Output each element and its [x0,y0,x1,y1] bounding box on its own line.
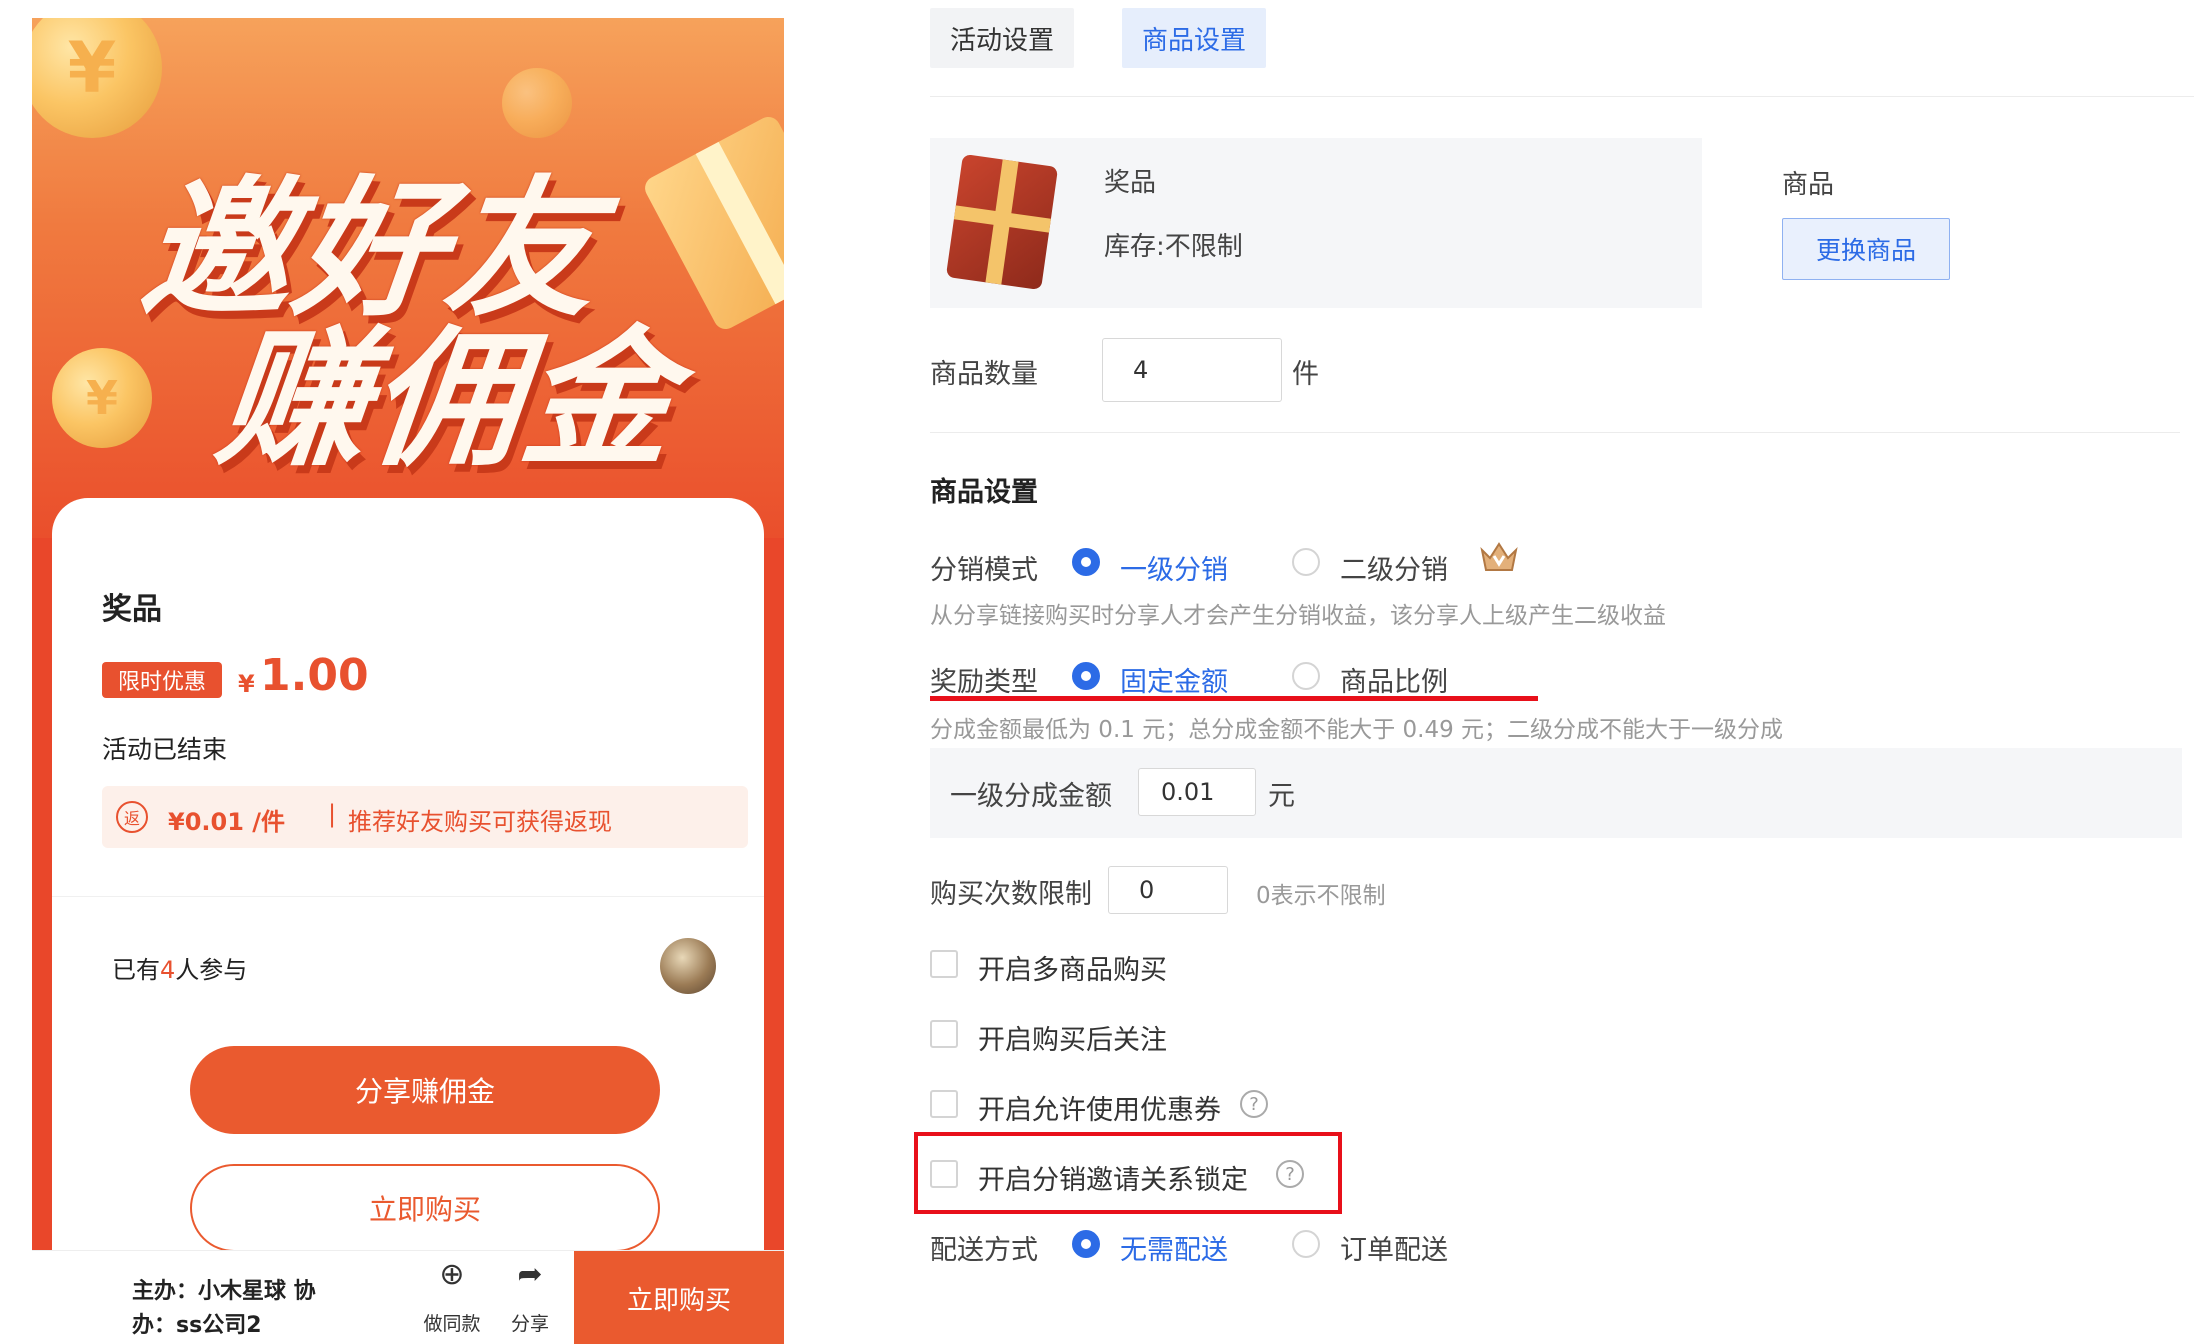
order-delivery-label[interactable]: 订单配送 [1340,1228,1448,1267]
price: 1.00 [260,650,369,701]
highlight-box [914,1132,1342,1214]
first-level-distribution-label[interactable]: 一级分销 [1120,548,1228,587]
radio-order-delivery[interactable] [1292,1230,1320,1258]
co-organizer-text: 办：ss公司2 [132,1313,262,1338]
checkbox-multi-product[interactable] [930,950,958,978]
product-ratio-label[interactable]: 商品比例 [1340,660,1448,699]
quantity-unit: 件 [1292,359,1319,390]
purchase-limit-hint: 0表示不限制 [1256,883,1386,909]
mobile-preview: ¥ ¥ 邀好友 赚佣金 奖品 限时优惠 ¥ 1.00 活动已结束 返 ¥0.01… [32,18,784,1344]
product-stock: 库存:不限制 [1104,232,1243,262]
plus-circle-icon[interactable]: ⊕ [422,1257,482,1292]
quantity-label: 商品数量 [930,359,1038,390]
price-currency: ¥ [238,670,255,698]
rebate-banner: 返 ¥0.01 /件 | 推荐好友购买可获得返现 [102,786,748,848]
multi-product-label[interactable]: 开启多商品购买 [978,948,1167,987]
share-icon[interactable]: ➦ [500,1257,560,1292]
participants-count: 已有4人参与 [112,956,248,984]
checkbox-allow-coupons[interactable] [930,1090,958,1118]
buy-now-button[interactable]: 立即购买 [190,1164,660,1252]
commission-box: 一级分成金额 0.01 元 [930,748,2182,838]
share-label[interactable]: 分享 [490,1309,570,1336]
radio-first-level-distribution[interactable] [1072,548,1100,576]
prize-label: 奖品 [102,592,162,627]
rebate-description: 推荐好友购买可获得返现 [348,808,612,836]
organizer-text: 主办：小木星球 协 [132,1279,316,1304]
highlight-underline [930,696,1538,701]
coin-icon: ¥ [32,18,162,138]
allow-coupons-label[interactable]: 开启允许使用优惠券 [978,1088,1221,1127]
product-card: 奖品 库存:不限制 [930,138,1702,308]
radio-product-ratio[interactable] [1292,662,1320,690]
coin-icon: ¥ [52,348,152,448]
avatar [660,938,716,994]
crown-icon [1480,542,1518,571]
first-level-amount-label: 一级分成金额 [950,781,1112,812]
reward-type-hint: 分成金额最低为 0.1 元；总分成金额不能大于 0.49 元；二级分成不能大于一… [930,717,1784,743]
rebate-icon: 返 [116,801,148,833]
change-product-button[interactable]: 更换商品 [1782,218,1950,280]
participants-number: 4 [160,956,176,984]
limited-offer-badge: 限时优惠 [102,662,222,698]
goods-label: 商品 [1782,170,1835,200]
help-icon[interactable]: ? [1240,1090,1268,1118]
purchase-limit-input[interactable]: 0 [1108,866,1228,914]
banner-subtitle: 赚佣金 [209,313,684,487]
radio-no-delivery[interactable] [1072,1230,1100,1258]
promo-banner: ¥ ¥ 邀好友 赚佣金 [32,18,784,538]
reward-type-label: 奖励类型 [930,667,1038,698]
delivery-label: 配送方式 [930,1235,1038,1266]
divider [930,96,2194,97]
second-level-distribution-label[interactable]: 二级分销 [1340,548,1448,587]
purchase-limit-label: 购买次数限制 [930,879,1092,910]
first-level-amount-input[interactable]: 0.01 [1138,768,1256,816]
tab-activity-settings[interactable]: 活动设置 [930,8,1075,68]
copy-template-label[interactable]: 做同款 [412,1309,492,1336]
first-level-amount-unit: 元 [1268,781,1295,812]
fixed-amount-label[interactable]: 固定金额 [1120,660,1228,699]
activity-status: 活动已结束 [102,735,228,764]
rebate-amount: ¥0.01 /件 [168,808,286,836]
distribution-mode-label: 分销模式 [930,555,1038,586]
no-delivery-label[interactable]: 无需配送 [1120,1228,1228,1267]
footer-buy-button[interactable]: 立即购买 [574,1251,784,1344]
quantity-input[interactable]: 4 [1102,338,1282,402]
follow-after-purchase-label[interactable]: 开启购买后关注 [978,1018,1167,1057]
prize-card: 奖品 限时优惠 ¥ 1.00 活动已结束 返 ¥0.01 /件 | 推荐好友购买… [52,498,764,1344]
preview-footer: 主办：小木星球 协 办：ss公司2 ⊕ 做同款 ➦ 分享 立即购买 [32,1250,784,1344]
radio-fixed-amount[interactable] [1072,662,1100,690]
product-name: 奖品 [1104,168,1157,198]
share-earn-button[interactable]: 分享赚佣金 [190,1046,660,1134]
checkbox-follow-after-purchase[interactable] [930,1020,958,1048]
distribution-mode-hint: 从分享链接购买时分享人才会产生分销收益，该分享人上级产生二级收益 [930,603,1666,629]
radio-second-level-distribution[interactable] [1292,548,1320,576]
rebate-separator: | [328,800,337,828]
tab-product-settings[interactable]: 商品设置 [1122,8,1267,68]
divider [52,896,764,897]
gift-box-image [945,153,1059,291]
divider [930,432,2180,433]
section-title: 商品设置 [930,477,1038,508]
